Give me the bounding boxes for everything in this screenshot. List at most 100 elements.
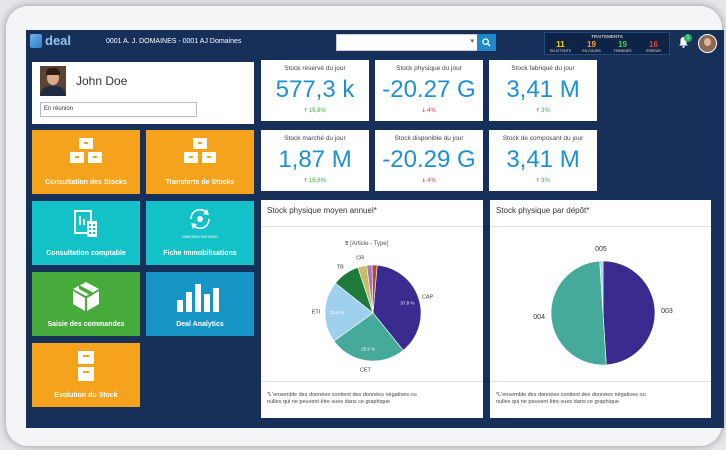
boxes-icon xyxy=(32,351,140,388)
traitement-error[interactable]: 16 ERREUR xyxy=(638,40,669,53)
arrow-up-icon: 🠅 xyxy=(536,108,540,114)
bar-chart-icon xyxy=(146,280,254,317)
tile-consultation-stocks[interactable]: Consultation des Stocks xyxy=(32,130,140,194)
pie-category-label: CR xyxy=(356,255,364,261)
traitement-done[interactable]: 19 TERMINÉS xyxy=(607,40,638,53)
tile-fiche-immobilisations[interactable]: IMMOBILISATIONS Fiche Immobilisations xyxy=(146,201,254,265)
kpi-delta: 🠇 4% xyxy=(375,176,483,186)
pie-value-label: 20.6 % xyxy=(330,310,344,315)
card-title: Stock physique moyen annuel* xyxy=(267,206,377,215)
kpi-value: -20.29 G xyxy=(382,146,476,173)
profile-card: John Doe En réunion xyxy=(32,62,254,124)
tile-saisie-commandes[interactable]: Saisie des commandes xyxy=(32,272,140,336)
kpi-value: 3,41 M xyxy=(506,76,580,103)
traitement-running[interactable]: 19 EN COURS xyxy=(576,40,607,53)
pie-chart-depot[interactable]: 003 004 005 xyxy=(490,240,711,380)
arrow-down-icon: 🠇 xyxy=(422,178,426,184)
kpi-stock-physique[interactable]: Stock physique du jour -20.27 G 🠇 4% xyxy=(375,60,483,121)
kpi-stock-composant[interactable]: Stock de composant du jour 3,41 M 🠅 3% xyxy=(489,130,597,191)
kpi-title: Stock physique du jour xyxy=(396,65,462,72)
kpi-delta: 🠅 3% xyxy=(489,176,597,186)
kpi-delta-value: 3% xyxy=(541,108,550,114)
kpi-delta-value: 4% xyxy=(427,178,436,184)
boxes-icon xyxy=(32,138,140,169)
card-divider xyxy=(490,381,711,382)
traitement-label: EN ATTENTE xyxy=(549,49,572,53)
kpi-delta: 🠅 16,8% xyxy=(261,106,369,116)
traitement-waiting[interactable]: 11 EN ATTENTE xyxy=(545,40,576,53)
pie-category-label: CET xyxy=(360,367,372,373)
kpi-value: 1,87 M xyxy=(278,146,352,173)
kpi-stock-fabrique[interactable]: Stock fabriqué du jour 3,41 M 🠅 3% xyxy=(489,60,597,121)
filter-icon: ⩨ xyxy=(345,241,349,247)
boxes-icon xyxy=(146,138,254,169)
tile-consultation-comptable[interactable]: Consultation comptable xyxy=(32,201,140,265)
pie-category-label: 004 xyxy=(533,314,545,321)
ledger-icon xyxy=(32,209,140,244)
search-select[interactable]: ▾ xyxy=(336,34,478,51)
pie-category-label: 003 xyxy=(661,308,673,315)
kpi-title: Stock disponible du jour xyxy=(394,135,464,142)
pie-chart-article-type[interactable]: CAP 37.8 % CET 25.9 % ETI 20.6 % TB CR xyxy=(261,248,483,378)
chart-note: *L'ensemble des données contient des don… xyxy=(496,392,646,406)
tile-deal-analytics[interactable]: Deal Analytics xyxy=(146,272,254,336)
chevron-down-icon: ▾ xyxy=(470,38,474,45)
arrow-up-icon: 🠅 xyxy=(304,178,308,184)
tile-transferts-stocks[interactable]: Transferts de Stocks xyxy=(146,130,254,194)
tile-evolution-stock[interactable]: Evolution du Stock xyxy=(32,343,140,407)
search-icon xyxy=(482,38,491,47)
kpi-stock-marche[interactable]: Stock marché du jour 1,87 M 🠅 16,8% xyxy=(261,130,369,191)
kpi-title: Stock de composant du jour xyxy=(502,135,584,142)
search-button[interactable] xyxy=(477,34,496,51)
card-divider xyxy=(490,226,711,227)
card-divider xyxy=(261,381,483,382)
traitement-label: EN COURS xyxy=(582,49,601,53)
traitements-panel[interactable]: TRAITEMENTS 11 EN ATTENTE 19 EN COURS 19… xyxy=(544,32,670,55)
kpi-title: Stock fabriqué du jour xyxy=(511,65,575,72)
tile-label: Transferts de Stocks xyxy=(165,179,235,186)
traitement-count: 16 xyxy=(649,40,658,49)
card-divider xyxy=(261,226,483,227)
cycle-coin-icon xyxy=(146,208,254,234)
chart-legend[interactable]: ⩨ [Article - Type] xyxy=(345,241,388,248)
pie-category-label: 005 xyxy=(595,246,607,253)
card-title: Stock physique par dépôt* xyxy=(496,206,590,215)
legend-title: [Article - Type] xyxy=(350,241,389,247)
tile-label: Consultation des Stocks xyxy=(45,179,127,186)
traitement-label: TERMINÉS xyxy=(613,49,632,53)
box-icon xyxy=(32,280,140,317)
user-avatar[interactable] xyxy=(698,34,717,53)
pie-category-label: ETI xyxy=(312,310,321,316)
tile-label: Fiche Immobilisations xyxy=(163,250,237,257)
kpi-stock-reserve[interactable]: Stock réservé du jour 577,3 k 🠅 16,8% xyxy=(261,60,369,121)
profile-photo xyxy=(40,66,66,96)
pie-category-label: TB xyxy=(337,264,344,270)
logo[interactable]: deal xyxy=(30,33,71,48)
kpi-delta: 🠇 4% xyxy=(375,106,483,116)
logo-mark-icon xyxy=(30,33,42,48)
status-input[interactable]: En réunion xyxy=(40,102,197,117)
chart-card-stock-depot: Stock physique par dépôt* 003 004 005 *L'e… xyxy=(490,200,711,418)
logo-text: deal xyxy=(45,33,72,48)
traitement-label: ERREUR xyxy=(646,49,661,53)
pie-slice-003[interactable] xyxy=(602,260,656,366)
arrow-up-icon: 🠅 xyxy=(304,108,308,114)
note-line: nulles qui ne peuvent être vues dans ce … xyxy=(496,399,619,405)
kpi-value: -20.27 G xyxy=(382,76,476,103)
pie-slice-004[interactable] xyxy=(550,260,607,366)
pie-category-label: CAP xyxy=(422,294,434,300)
pie-value-label: 37.8 % xyxy=(400,300,414,305)
kpi-delta-value: 16,8% xyxy=(308,108,326,114)
kpi-title: Stock réservé du jour xyxy=(284,65,346,72)
tile-label: Consultation comptable xyxy=(46,250,126,257)
kpi-stock-disponible[interactable]: Stock disponible du jour -20.29 G 🠇 4% xyxy=(375,130,483,191)
company-name: 0001 A. J. DOMAINES - 0001 AJ Domaines xyxy=(106,38,242,45)
chart-card-stock-moyen: Stock physique moyen annuel* ⩨ [Article … xyxy=(261,200,483,418)
note-line: *L'ensemble des données contient des don… xyxy=(267,392,417,398)
arrow-up-icon: 🠅 xyxy=(536,178,540,184)
traitement-count: 19 xyxy=(587,40,596,49)
user-name: John Doe xyxy=(76,74,128,88)
pie-value-label: 25.9 % xyxy=(361,347,375,352)
top-bar: deal 0001 A. J. DOMAINES - 0001 AJ Domai… xyxy=(26,30,724,56)
kpi-delta-value: 16,8% xyxy=(308,178,326,184)
